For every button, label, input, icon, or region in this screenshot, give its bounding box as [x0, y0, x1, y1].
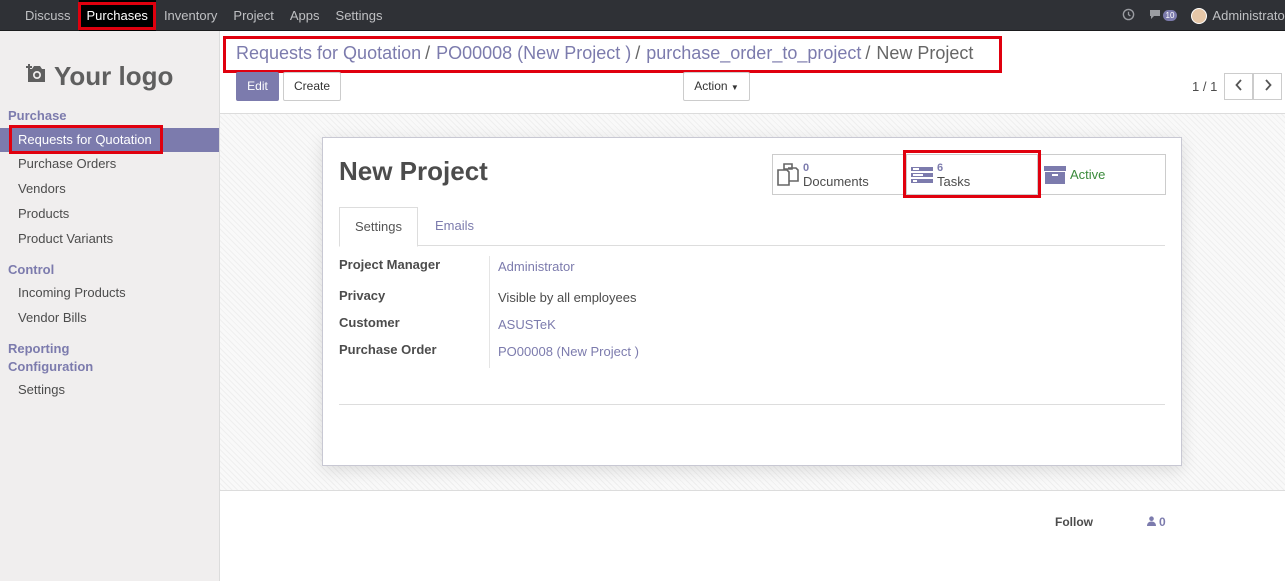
- follow-button[interactable]: Follow: [1055, 515, 1093, 529]
- chat-counter-badge: 10: [1162, 10, 1178, 21]
- action-dropdown[interactable]: Action ▼: [683, 72, 750, 101]
- tab-content-separator: [339, 404, 1165, 405]
- section-configuration: Configuration: [8, 359, 94, 374]
- purchase-order-label: Purchase Order: [339, 342, 437, 357]
- edit-button[interactable]: Edit: [236, 72, 279, 101]
- customer-value[interactable]: ASUSTeK: [498, 317, 556, 332]
- sidebar: Your logo Purchase Requests for Quotatio…: [0, 31, 220, 581]
- breadcrumb-item-po[interactable]: PO00008 (New Project ): [436, 43, 631, 64]
- breadcrumb-separator: /: [635, 42, 641, 63]
- project-manager-value[interactable]: Administrator: [498, 259, 575, 274]
- section-control: Control: [8, 262, 55, 277]
- sidebar-item-product-variants[interactable]: Product Variants: [0, 227, 219, 251]
- messaging-menu[interactable]: 10: [1149, 8, 1178, 23]
- company-logo[interactable]: Your logo: [24, 51, 204, 101]
- sidebar-item-settings[interactable]: Settings: [0, 378, 219, 402]
- user-menu[interactable]: Administrator: [1191, 7, 1285, 24]
- menu-apps[interactable]: Apps: [282, 0, 328, 31]
- user-icon: [1147, 515, 1156, 529]
- sidebar-item-purchase-orders[interactable]: Purchase Orders: [0, 152, 219, 176]
- tasks-count: 6: [937, 161, 944, 174]
- tab-settings[interactable]: Settings: [339, 207, 418, 247]
- menu-purchases[interactable]: Purchases: [78, 0, 156, 31]
- record-title: New Project: [339, 156, 488, 186]
- sidebar-item-products[interactable]: Products: [0, 202, 219, 226]
- archive-icon: [1040, 164, 1070, 186]
- menu-discuss[interactable]: Discuss: [17, 0, 79, 31]
- documents-count: 0: [803, 161, 810, 174]
- documents-stat-text: 0 Documents: [803, 161, 869, 189]
- top-navbar: Discuss Purchases Inventory Project Apps…: [0, 0, 1285, 31]
- chat-bubble-icon: [1149, 8, 1161, 23]
- privacy-label: Privacy: [339, 288, 386, 303]
- action-label: Action: [694, 79, 728, 93]
- breadcrumb-item-rfq[interactable]: Requests for Quotation: [236, 43, 421, 64]
- project-manager-label: Project Manager: [339, 257, 441, 272]
- active-label: Active: [1070, 166, 1106, 182]
- pager-next-button[interactable]: [1253, 73, 1282, 100]
- section-reporting[interactable]: Reporting: [8, 341, 69, 356]
- caret-down-icon: ▼: [730, 83, 739, 92]
- notebook-tabs: Settings Emails: [339, 207, 1165, 247]
- breadcrumb-item-project-list[interactable]: purchase_order_to_project: [646, 43, 861, 64]
- followers-button[interactable]: 0: [1147, 515, 1166, 529]
- create-button[interactable]: Create: [283, 72, 341, 101]
- avatar: [1191, 7, 1208, 24]
- purchase-order-value[interactable]: PO00008 (New Project ): [498, 344, 639, 359]
- systray: 10 Administrator: [1122, 0, 1285, 31]
- activity-clock-icon[interactable]: [1122, 8, 1135, 24]
- documents-label: Documents: [803, 173, 869, 189]
- app-menu: Discuss Purchases Inventory Project Apps…: [17, 0, 391, 31]
- user-name: Administrator: [1212, 8, 1285, 23]
- chevron-right-icon: [1264, 79, 1272, 94]
- tasks-icon: [907, 165, 937, 185]
- menu-project[interactable]: Project: [225, 0, 281, 31]
- tasks-stat-button[interactable]: 6 Tasks: [906, 154, 1038, 195]
- field-divider: [489, 256, 490, 368]
- breadcrumb-separator: /: [425, 42, 431, 63]
- active-toggle-button[interactable]: Active: [1039, 154, 1166, 195]
- tasks-label: Tasks: [937, 173, 971, 189]
- logo-text: Your logo: [54, 60, 174, 91]
- form-sheet: New Project 0 Documents 6 Tasks Active S…: [322, 137, 1182, 466]
- sidebar-item-vendors[interactable]: Vendors: [0, 177, 219, 201]
- sidebar-item-requests-for-quotation[interactable]: Requests for Quotation: [0, 128, 219, 152]
- customer-label: Customer: [339, 315, 400, 330]
- breadcrumb: Requests for Quotation / PO00008 (New Pr…: [236, 42, 973, 64]
- followers-count: 0: [1159, 515, 1166, 529]
- breadcrumb-current: New Project: [876, 42, 974, 63]
- pager-previous-button[interactable]: [1224, 73, 1253, 100]
- privacy-value: Visible by all employees: [498, 290, 637, 305]
- camera-icon: [24, 61, 48, 92]
- documents-stat-button[interactable]: 0 Documents: [772, 154, 905, 195]
- chevron-left-icon: [1234, 79, 1243, 94]
- tasks-stat-text: 6 Tasks: [937, 161, 970, 189]
- sidebar-item-vendor-bills[interactable]: Vendor Bills: [0, 306, 219, 330]
- tab-emails[interactable]: Emails: [420, 207, 489, 247]
- breadcrumb-separator: /: [865, 42, 871, 63]
- menu-settings[interactable]: Settings: [328, 0, 391, 31]
- menu-inventory[interactable]: Inventory: [156, 0, 225, 31]
- section-purchase: Purchase: [8, 108, 67, 123]
- documents-icon: [773, 162, 803, 188]
- pager-value[interactable]: 1 / 1: [1192, 79, 1217, 94]
- sidebar-item-incoming-products[interactable]: Incoming Products: [0, 281, 219, 305]
